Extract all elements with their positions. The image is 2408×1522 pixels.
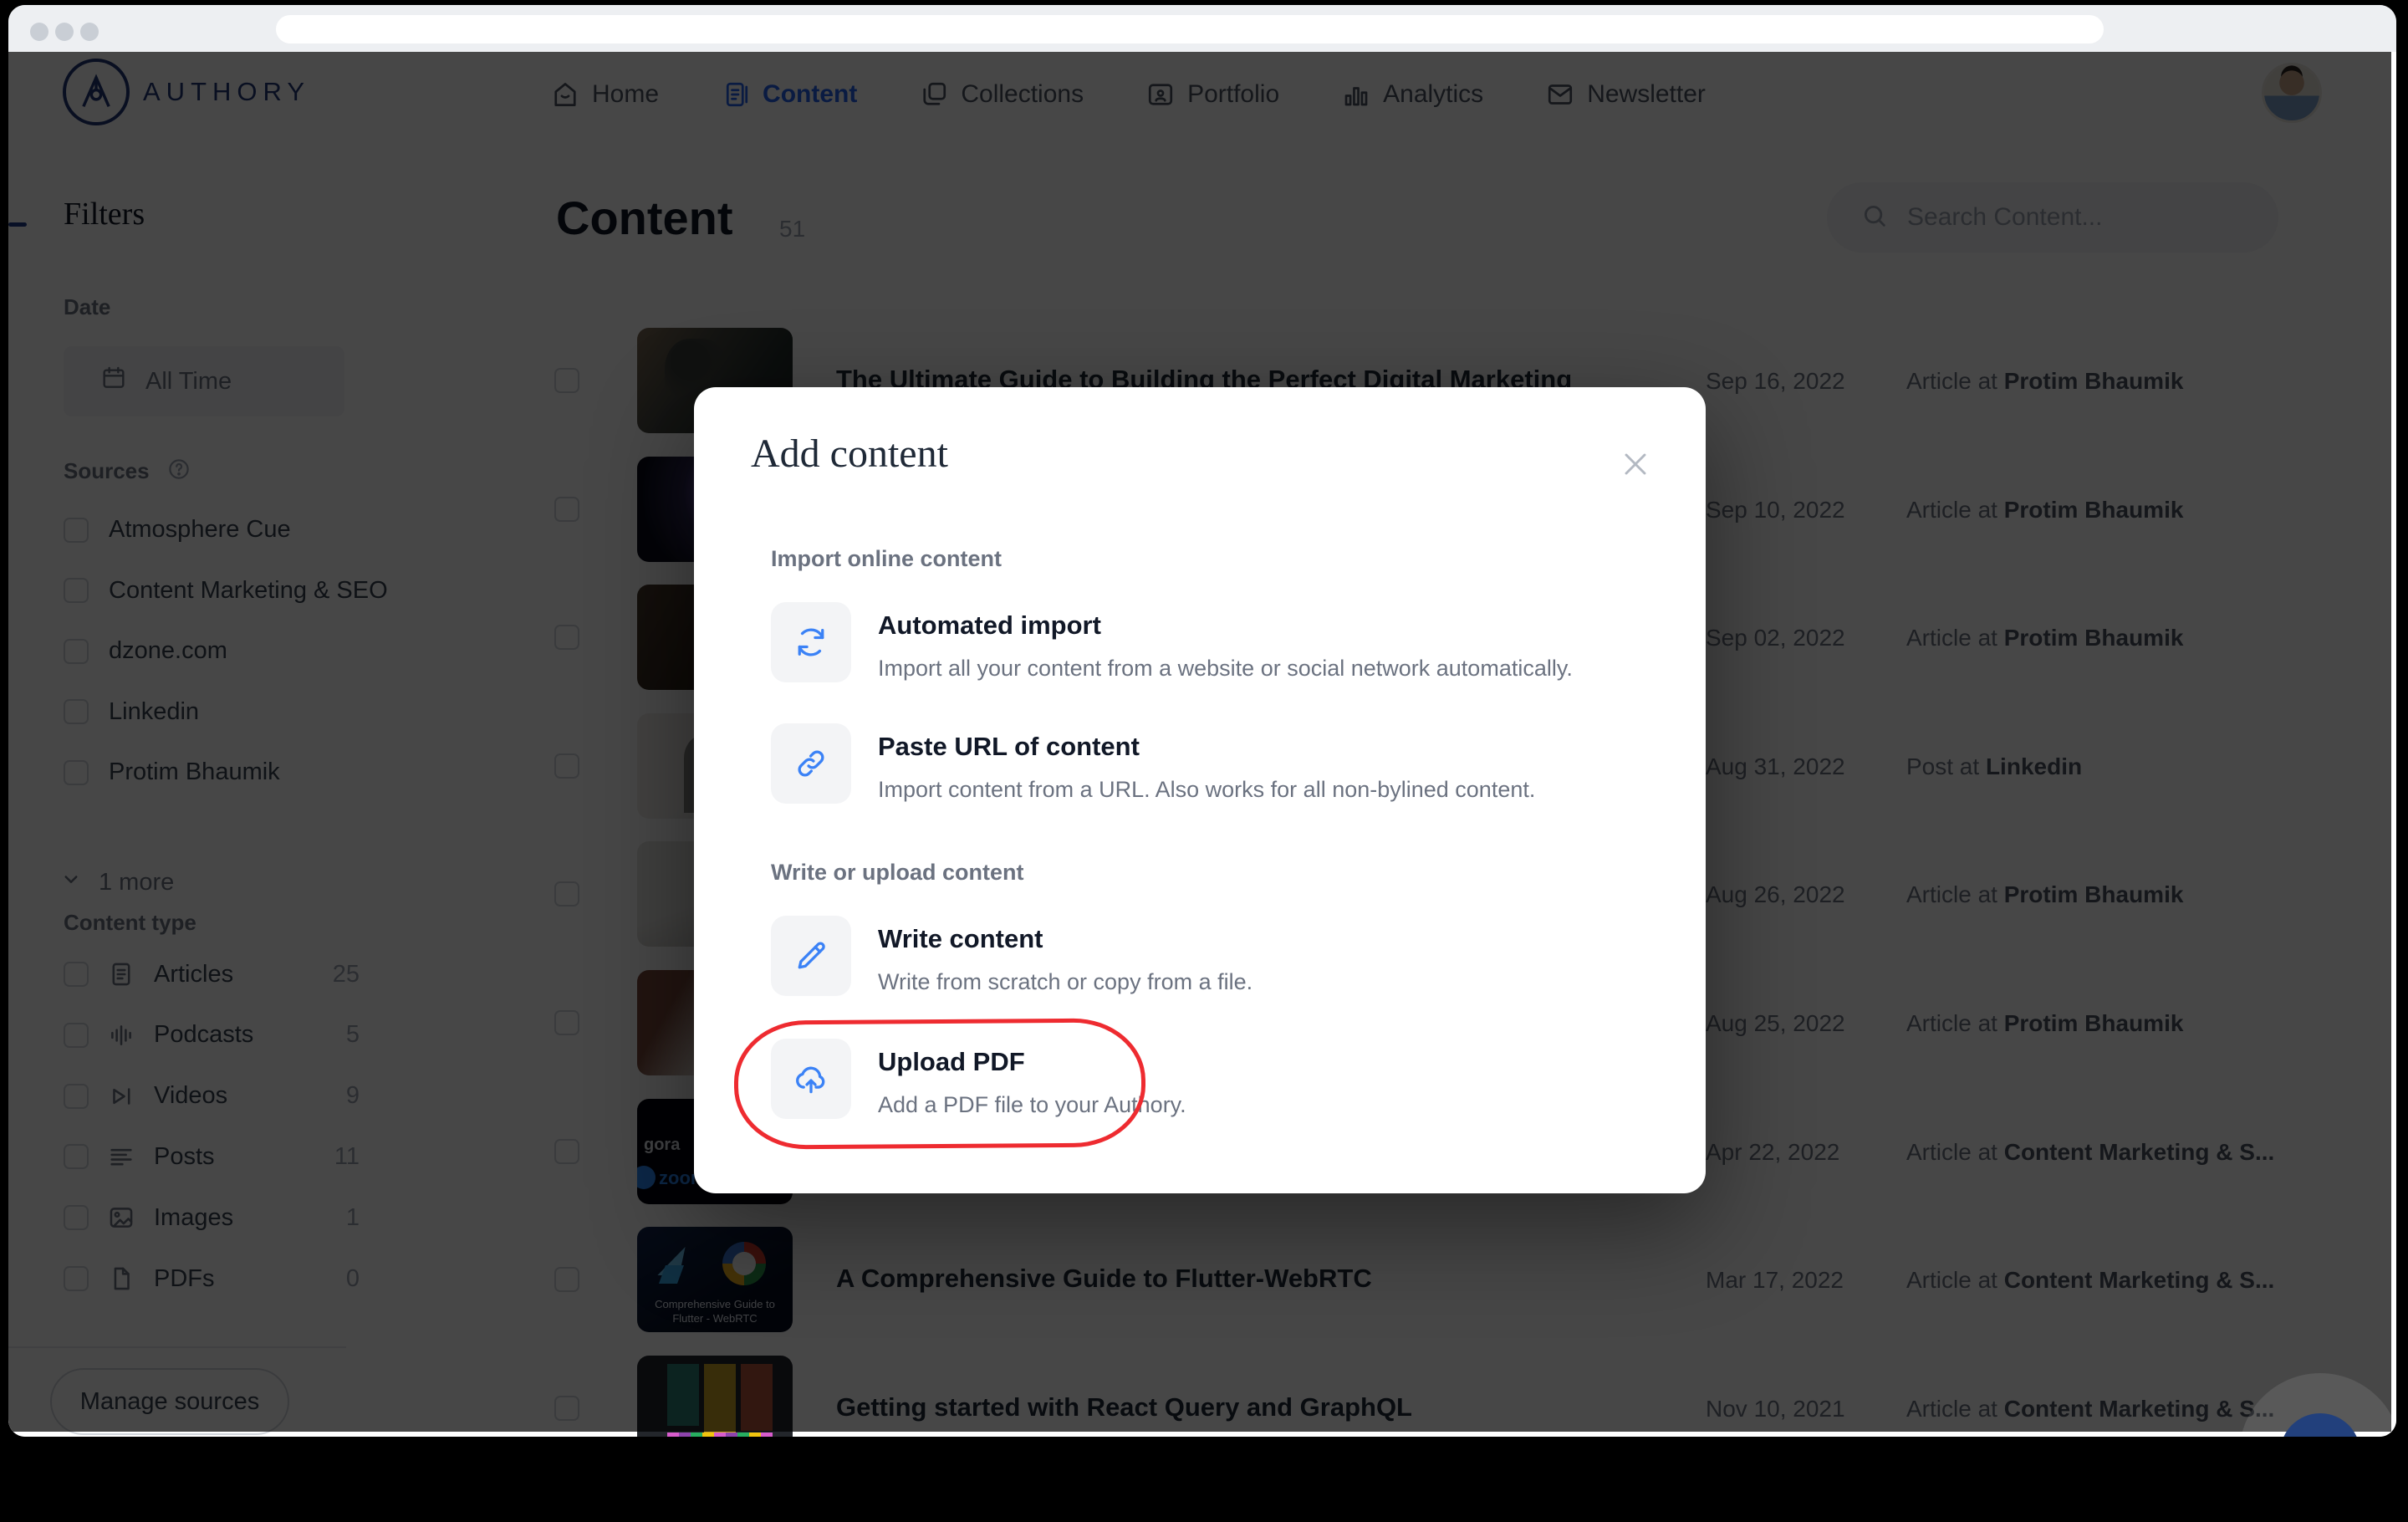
option-text: Automated import Import all your content … — [878, 602, 1573, 682]
cloud-upload-icon — [793, 1060, 829, 1097]
modal-option-write-content[interactable]: Write content Write from scratch or copy … — [771, 916, 1252, 996]
window-minimize-button[interactable] — [55, 23, 74, 41]
option-icon-tile — [771, 1039, 851, 1119]
close-icon[interactable] — [1617, 446, 1654, 483]
modal-option-upload-pdf[interactable]: Upload PDF Add a PDF file to your Authory… — [771, 1039, 1186, 1119]
option-title: Upload PDF — [878, 1047, 1025, 1076]
option-title: Automated import — [878, 610, 1101, 640]
modal-section-label: Import online content — [771, 546, 1002, 571]
modal-title: Add content — [751, 432, 948, 476]
modal-option-paste-url-of-content[interactable]: Paste URL of content Import content from … — [771, 723, 1535, 804]
option-description: Add a PDF file to your Authory. — [878, 1092, 1186, 1117]
browser-chrome — [8, 5, 2396, 52]
option-text: Paste URL of content Import content from … — [878, 723, 1535, 804]
option-description: Import all your content from a website o… — [878, 656, 1573, 681]
option-description: Import content from a URL. Also works fo… — [878, 777, 1536, 802]
screenshot-stage: AUTHORY HomeContentCollectionsPortfolioA… — [0, 0, 2408, 1522]
option-icon-tile — [771, 602, 851, 682]
thumbnail-graphic — [667, 1432, 773, 1437]
sync-icon — [793, 624, 829, 661]
link-icon — [793, 745, 829, 782]
pencil-icon — [793, 937, 829, 974]
page-viewport: AUTHORY HomeContentCollectionsPortfolioA… — [8, 52, 2396, 1437]
modal-option-automated-import[interactable]: Automated import Import all your content … — [771, 602, 1573, 682]
window-close-button[interactable] — [30, 23, 48, 41]
option-title: Paste URL of content — [878, 732, 1140, 761]
option-text: Upload PDF Add a PDF file to your Authory… — [878, 1039, 1186, 1119]
add-content-modal: Add content Import online content Automat… — [694, 387, 1706, 1193]
browser-window: AUTHORY HomeContentCollectionsPortfolioA… — [8, 5, 2396, 1437]
url-bar[interactable] — [276, 15, 2104, 43]
option-text: Write content Write from scratch or copy … — [878, 916, 1252, 996]
option-icon-tile — [771, 723, 851, 804]
option-title: Write content — [878, 924, 1043, 953]
option-description: Write from scratch or copy from a file. — [878, 969, 1253, 994]
option-icon-tile — [771, 916, 851, 996]
modal-section-label: Write or upload content — [771, 860, 1024, 885]
window-zoom-button[interactable] — [80, 23, 99, 41]
